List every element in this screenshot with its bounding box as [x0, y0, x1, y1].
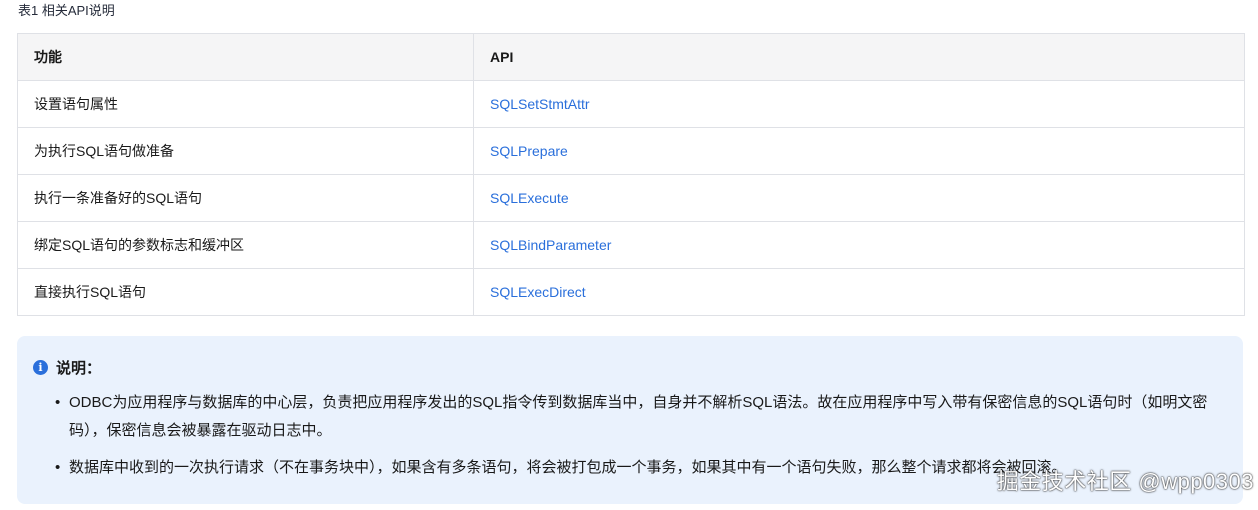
table-row: 为执行SQL语句做准备 SQLPrepare	[17, 127, 1245, 175]
note-item: • ODBC为应用程序与数据库的中心层，负责把应用程序发出的SQL指令传到数据库…	[55, 389, 1225, 445]
bullet-icon: •	[55, 459, 61, 476]
api-table: 功能 API 设置语句属性 SQLSetStmtAttr 为执行SQL语句做准备…	[17, 33, 1245, 316]
api-link-sqlexecdirect[interactable]: SQLExecDirect	[490, 284, 586, 300]
note-item-text: ODBC为应用程序与数据库的中心层，负责把应用程序发出的SQL指令传到数据库当中…	[69, 394, 1208, 439]
table-row: 设置语句属性 SQLSetStmtAttr	[17, 80, 1245, 128]
table-caption: 表1 相关API说明	[18, 3, 115, 18]
note-header: i 说明：	[33, 356, 101, 378]
info-icon: i	[33, 359, 48, 375]
table-row: 执行一条准备好的SQL语句 SQLExecute	[17, 174, 1245, 222]
note-item-text: 数据库中收到的一次执行请求（不在事务块中），如果含有多条语句，将会被打包成一个事…	[69, 459, 1067, 476]
api-cell: SQLExecute	[473, 174, 1245, 222]
table-row: 绑定SQL语句的参数标志和缓冲区 SQLBindParameter	[17, 221, 1245, 269]
watermark: 掘金技术社区 @wpp0303	[996, 469, 1254, 494]
column-header-api: API	[473, 33, 1245, 81]
function-cell: 绑定SQL语句的参数标志和缓冲区	[17, 221, 474, 269]
table-row: 直接执行SQL语句 SQLExecDirect	[17, 268, 1245, 316]
api-link-sqlprepare[interactable]: SQLPrepare	[490, 143, 568, 159]
table-header-row: 功能 API	[17, 33, 1245, 81]
api-cell: SQLSetStmtAttr	[473, 80, 1245, 128]
function-cell: 直接执行SQL语句	[17, 268, 474, 316]
api-link-sqlbindparameter[interactable]: SQLBindParameter	[490, 237, 611, 253]
note-title: 说明：	[56, 359, 102, 377]
bullet-icon: •	[55, 394, 61, 411]
api-cell: SQLPrepare	[473, 127, 1245, 175]
function-cell: 设置语句属性	[17, 80, 474, 128]
api-link-sqlexecute[interactable]: SQLExecute	[490, 190, 569, 206]
function-cell: 为执行SQL语句做准备	[17, 127, 474, 175]
api-cell: SQLExecDirect	[473, 268, 1245, 316]
api-link-sqlsetstmtattr[interactable]: SQLSetStmtAttr	[490, 96, 590, 112]
api-cell: SQLBindParameter	[473, 221, 1245, 269]
column-header-function: 功能	[17, 33, 474, 81]
function-cell: 执行一条准备好的SQL语句	[17, 174, 474, 222]
